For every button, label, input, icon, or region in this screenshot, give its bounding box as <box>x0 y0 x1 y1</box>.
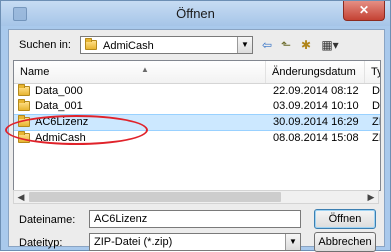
dialog-body: Suchen in: AdmiCash ▼ ⇦ ⬑ ✱ ▦▾ Name ▲ Än… <box>8 29 385 252</box>
up-folder-icon[interactable]: ⬑ <box>278 37 294 53</box>
folder-icon <box>85 38 97 50</box>
chevron-down-icon[interactable]: ▼ <box>285 234 300 250</box>
title-bar[interactable]: Öffnen ✕ <box>1 1 390 26</box>
filename-input[interactable]: AC6Lizenz <box>89 210 301 228</box>
look-in-value: AdmiCash <box>103 40 154 52</box>
list-item[interactable]: Data_000 22.09.2014 08:12 Da <box>14 84 380 99</box>
column-name-label: Name <box>20 66 50 78</box>
list-item-selected[interactable]: AC6Lizenz 30.09.2014 16:29 ZI <box>14 114 380 131</box>
file-date: 30.09.2014 16:29 <box>273 116 359 128</box>
views-menu-icon[interactable]: ▦▾ <box>318 37 342 53</box>
back-icon[interactable]: ⇦ <box>259 37 275 53</box>
filename-label: Dateiname: <box>19 214 76 226</box>
scroll-left-icon[interactable]: ◀ <box>14 191 28 203</box>
filetype-label: Dateityp: <box>19 237 63 249</box>
dialog-title: Öffnen <box>176 6 215 21</box>
look-in-label: Suchen in: <box>19 39 71 51</box>
file-type: Da <box>372 100 380 112</box>
close-button[interactable]: ✕ <box>343 1 385 21</box>
column-type-label: Ty <box>371 66 380 78</box>
look-in-combobox[interactable]: AdmiCash ▼ <box>80 36 253 54</box>
sort-ascending-icon: ▲ <box>141 65 149 74</box>
file-date: 08.08.2014 15:08 <box>273 132 359 144</box>
column-header-name[interactable]: Name ▲ <box>14 61 266 83</box>
scrollbar-thumb[interactable] <box>29 192 281 202</box>
look-in-row: Suchen in: AdmiCash ▼ ⇦ ⬑ ✱ ▦▾ <box>13 35 381 57</box>
list-header: Name ▲ Änderungsdatum Ty <box>14 61 380 84</box>
list-item[interactable]: AdmiCash 08.08.2014 15:08 ZI <box>14 131 380 146</box>
column-date-label: Änderungsdatum <box>272 66 356 78</box>
list-item[interactable]: Data_001 03.09.2014 10:10 Da <box>14 99 380 114</box>
file-type: ZI <box>372 116 381 128</box>
file-list[interactable]: Name ▲ Änderungsdatum Ty Data_000 22.09.… <box>13 60 381 191</box>
file-type: ZI <box>372 132 381 144</box>
open-file-dialog: Öffnen ✕ Suchen in: AdmiCash ▼ ⇦ ⬑ ✱ ▦▾ … <box>0 0 391 252</box>
zip-folder-icon <box>18 131 30 143</box>
file-name: Data_001 <box>35 100 83 112</box>
column-header-date[interactable]: Änderungsdatum <box>266 61 365 83</box>
cancel-button[interactable]: Abbrechen <box>314 232 376 252</box>
file-date: 03.09.2014 10:10 <box>273 100 359 112</box>
filetype-select[interactable]: ZIP-Datei (*.zip) ▼ <box>89 233 301 251</box>
scroll-right-icon[interactable]: ▶ <box>364 191 378 203</box>
file-date: 22.09.2014 08:12 <box>273 85 359 97</box>
file-type: Da <box>372 85 380 97</box>
file-name: AdmiCash <box>35 132 86 144</box>
folder-icon <box>18 99 30 111</box>
chevron-down-icon[interactable]: ▼ <box>237 37 252 53</box>
new-folder-icon[interactable]: ✱ <box>298 37 314 53</box>
zip-folder-icon <box>18 115 30 127</box>
file-name: Data_000 <box>35 85 83 97</box>
folder-icon <box>18 84 30 96</box>
column-header-type[interactable]: Ty <box>365 61 380 83</box>
horizontal-scrollbar[interactable]: ◀ ▶ <box>13 190 379 204</box>
filetype-value: ZIP-Datei (*.zip) <box>94 236 173 248</box>
file-name: AC6Lizenz <box>35 116 89 128</box>
open-button[interactable]: Öffnen <box>314 209 376 229</box>
